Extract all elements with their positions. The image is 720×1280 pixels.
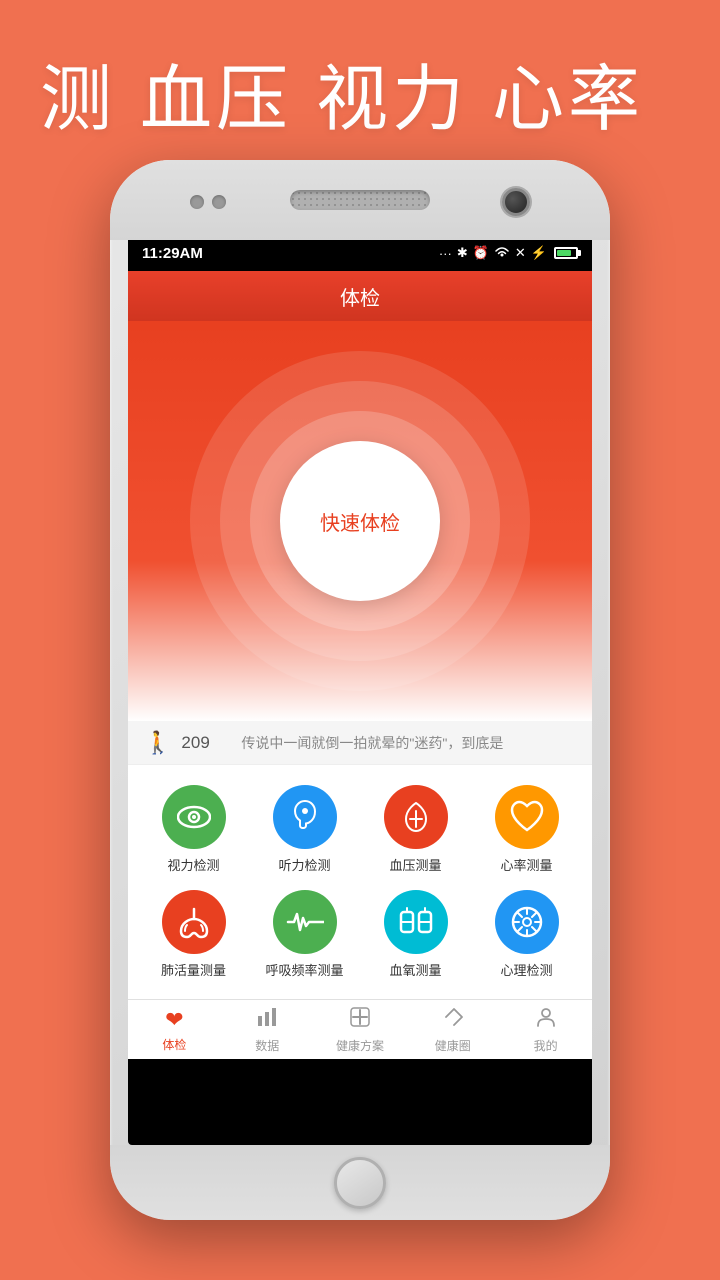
- features-row-2: 肺活量测量 呼吸频率测量: [128, 882, 592, 987]
- nav-mine[interactable]: 我的: [499, 1000, 592, 1059]
- features-row-1: 视力检测 听力检测: [128, 777, 592, 882]
- bp-label: 血压测量: [389, 855, 441, 874]
- hearing-icon-circle: [273, 785, 337, 849]
- feature-breath[interactable]: 呼吸频率测量: [249, 890, 360, 979]
- lung-label: 肺活量测量: [161, 960, 226, 979]
- hr-label: 心率测量: [500, 855, 552, 874]
- data-icon: [256, 1006, 278, 1034]
- phone-bottom-bar: [110, 1145, 610, 1220]
- exam-label: 体检: [162, 1036, 186, 1053]
- hr-icon-circle: [495, 785, 559, 849]
- phone-screen: 11:29AM ··· ✱ ⏰ ✕ ⚡: [128, 235, 592, 1145]
- hearing-label: 听力检测: [278, 855, 330, 874]
- nav-data[interactable]: 数据: [221, 1000, 314, 1059]
- nav-circle[interactable]: 健康圈: [406, 1000, 499, 1059]
- lung-icon-circle: [162, 890, 226, 954]
- bluetooth-icon: ✱: [457, 245, 468, 261]
- psych-icon-circle: [495, 890, 559, 954]
- main-content[interactable]: 快速体检: [128, 321, 592, 721]
- vision-label: 视力检测: [167, 855, 219, 874]
- bp-icon-circle: [384, 785, 448, 849]
- home-button[interactable]: [334, 1157, 386, 1209]
- phone-speaker: [290, 190, 430, 210]
- mine-label: 我的: [534, 1037, 558, 1054]
- vision-icon-circle: [162, 785, 226, 849]
- feature-lung[interactable]: 肺活量测量: [138, 890, 249, 979]
- health-icon: [349, 1006, 371, 1034]
- features-grid: 视力检测 听力检测: [128, 765, 592, 999]
- phone-dot-1: [190, 195, 204, 209]
- data-label: 数据: [255, 1037, 279, 1054]
- phone-shell: 11:29AM ··· ✱ ⏰ ✕ ⚡: [110, 160, 610, 1220]
- step-count: 209: [181, 733, 231, 753]
- alarm-icon: ⏰: [473, 245, 489, 261]
- status-time: 11:29AM: [142, 245, 203, 262]
- step-bar[interactable]: 🚶 209 传说中一闻就倒一拍就晕的"迷药"，到底是: [128, 721, 592, 765]
- status-bar: 11:29AM ··· ✱ ⏰ ✕ ⚡: [128, 235, 592, 271]
- phone-dot-2: [212, 195, 226, 209]
- quick-exam-label: 快速体检: [320, 507, 400, 536]
- wifi-icon: [494, 246, 510, 261]
- battery-icon: [554, 247, 578, 259]
- spo2-icon-circle: [384, 890, 448, 954]
- status-icons: ··· ✱ ⏰ ✕ ⚡: [439, 245, 578, 261]
- phone-top-bar: [110, 160, 610, 240]
- health-label: 健康方案: [336, 1037, 384, 1054]
- feature-vision[interactable]: 视力检测: [138, 785, 249, 874]
- circle-icon: [442, 1006, 464, 1034]
- circle-label: 健康圈: [435, 1037, 471, 1054]
- phone-wrapper: 11:29AM ··· ✱ ⏰ ✕ ⚡: [110, 160, 610, 1220]
- app-header: 体检: [128, 271, 592, 321]
- nav-health[interactable]: 健康方案: [314, 1000, 407, 1059]
- phone-dots: [190, 195, 226, 209]
- news-text: 传说中一闻就倒一拍就晕的"迷药"，到底是: [241, 733, 576, 753]
- feature-spo2[interactable]: 血氧测量: [360, 890, 471, 979]
- circle-rings: 快速体检: [190, 351, 530, 691]
- exam-icon: ❤: [165, 1007, 183, 1033]
- walk-icon: 🚶: [144, 730, 171, 756]
- psych-label: 心理检测: [500, 960, 552, 979]
- feature-bp[interactable]: 血压测量: [360, 785, 471, 874]
- feature-hearing[interactable]: 听力检测: [249, 785, 360, 874]
- breath-label: 呼吸频率测量: [265, 960, 343, 979]
- bottom-nav: ❤ 体检 数据: [128, 999, 592, 1059]
- breath-icon-circle: [273, 890, 337, 954]
- charge-icon: ⚡: [531, 245, 547, 261]
- quick-exam-button[interactable]: 快速体检: [280, 441, 440, 601]
- spo2-label: 血氧测量: [389, 960, 441, 979]
- phone-camera: [502, 188, 530, 216]
- hero-title: 测 血压 视力 心率: [40, 40, 680, 145]
- app-title: 体检: [340, 282, 380, 311]
- x-icon: ✕: [515, 245, 526, 261]
- mine-icon: [535, 1006, 557, 1034]
- nav-exam[interactable]: ❤ 体检: [128, 1000, 221, 1059]
- dots-icon: ···: [439, 246, 452, 261]
- feature-psych[interactable]: 心理检测: [471, 890, 582, 979]
- feature-hr[interactable]: 心率测量: [471, 785, 582, 874]
